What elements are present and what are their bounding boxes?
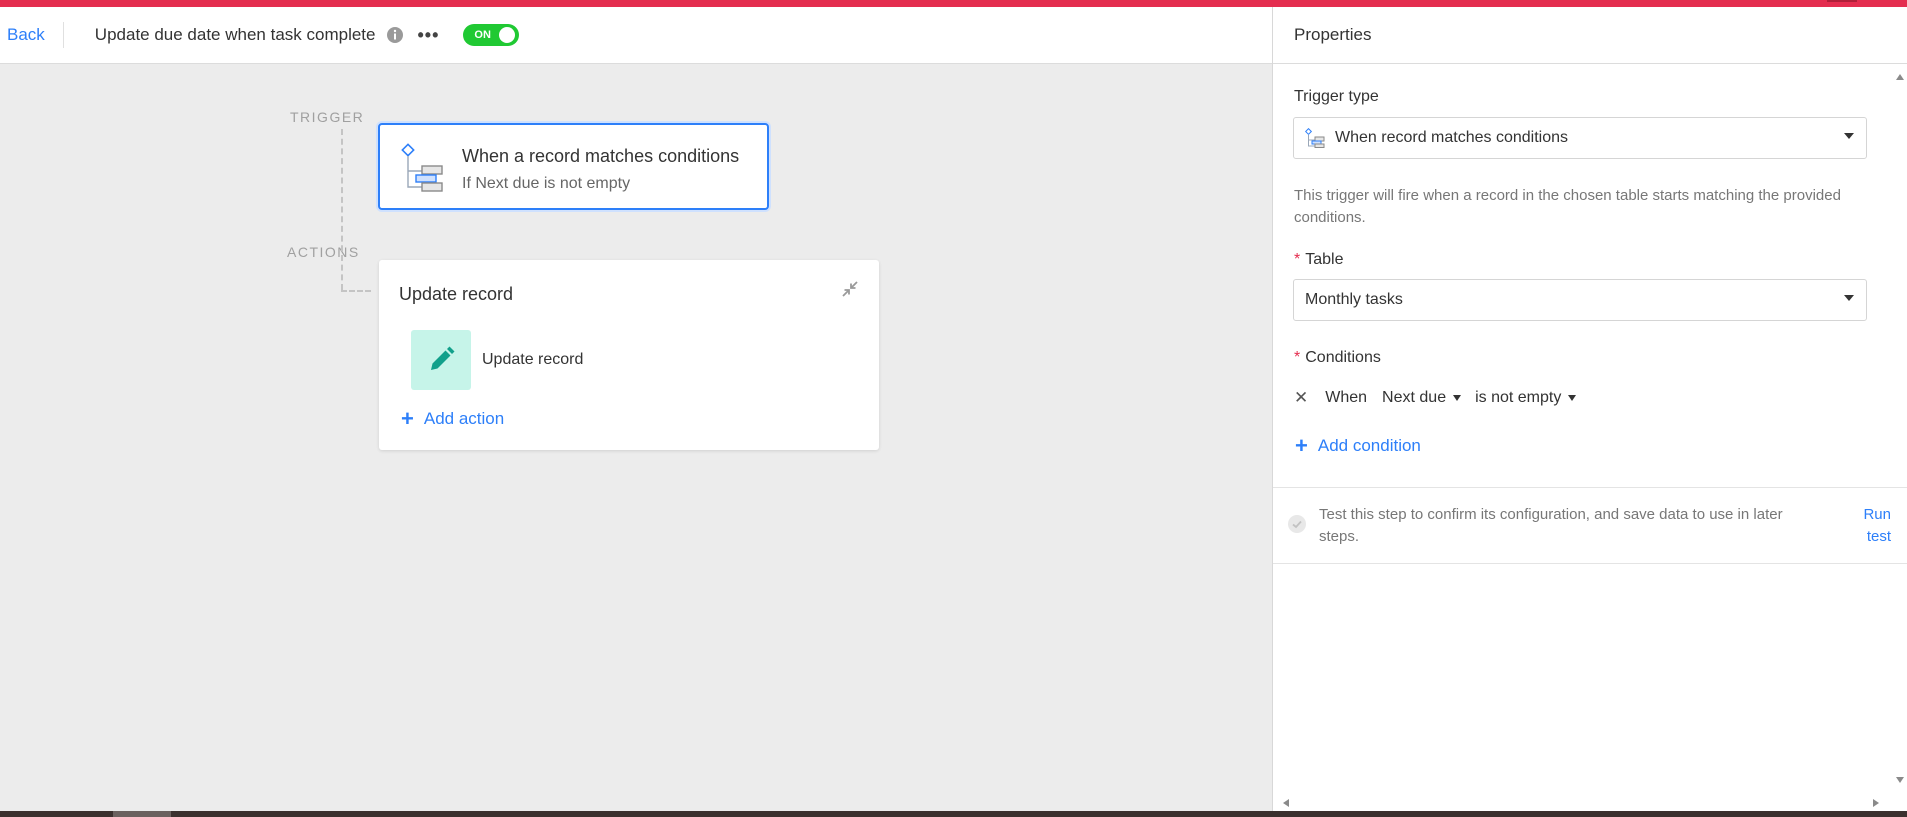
condition-operator: is not empty bbox=[1475, 389, 1562, 406]
bottom-scrollbar[interactable] bbox=[0, 811, 1907, 817]
connector-vertical bbox=[341, 129, 343, 290]
info-icon[interactable] bbox=[386, 26, 404, 44]
actions-section-label: ACTIONS bbox=[287, 244, 360, 260]
properties-panel: Properties Trigger type When record matc… bbox=[1272, 7, 1907, 811]
test-step-text: Test this step to confirm its configurat… bbox=[1319, 506, 1783, 545]
conditions-tree-icon bbox=[401, 143, 443, 193]
caret-down-icon bbox=[1453, 395, 1462, 401]
panel-title: Properties bbox=[1273, 7, 1907, 64]
conditions-label: * Conditions bbox=[1294, 349, 1381, 367]
add-action-button[interactable]: + Add action bbox=[401, 408, 504, 430]
condition-field-select[interactable]: Next due bbox=[1382, 389, 1462, 407]
automation-on-toggle[interactable]: ON bbox=[463, 24, 520, 46]
plus-icon: + bbox=[1295, 433, 1308, 458]
chevron-down-icon bbox=[1844, 133, 1854, 139]
trigger-type-label: Trigger type bbox=[1294, 88, 1379, 105]
check-circle-icon bbox=[1287, 514, 1307, 534]
condition-operator-select[interactable]: is not empty bbox=[1475, 389, 1577, 407]
back-link[interactable]: Back bbox=[7, 25, 45, 45]
connector-horizontal bbox=[341, 290, 371, 292]
automation-title[interactable]: Update due date when task complete bbox=[95, 25, 376, 45]
test-step-row: Test this step to confirm its configurat… bbox=[1273, 487, 1907, 563]
trigger-card-subtitle: If Next due is not empty bbox=[462, 175, 631, 192]
plus-icon: + bbox=[401, 406, 414, 431]
panel-divider bbox=[1273, 563, 1907, 564]
trigger-type-value: When record matches conditions bbox=[1335, 129, 1568, 146]
trigger-description: This trigger will fire when a record in … bbox=[1294, 187, 1841, 226]
condition-row: ✕ When Next due is not empty bbox=[1294, 388, 1590, 408]
conditions-label-text: Conditions bbox=[1305, 349, 1381, 366]
scroll-left-icon[interactable] bbox=[1283, 799, 1289, 807]
trigger-card[interactable]: When a record matches conditions If Next… bbox=[378, 123, 769, 210]
more-icon[interactable]: ••• bbox=[417, 25, 439, 46]
toggle-label: ON bbox=[474, 29, 491, 41]
required-marker: * bbox=[1294, 349, 1301, 366]
horizontal-scrollbar[interactable] bbox=[1273, 793, 1907, 811]
condition-when: When bbox=[1325, 389, 1368, 406]
trigger-section-label: TRIGGER bbox=[290, 109, 365, 125]
close-icon[interactable]: ✕ bbox=[1294, 388, 1308, 408]
table-label-text: Table bbox=[1305, 251, 1344, 268]
automation-header: Back Update due date when task complete … bbox=[0, 7, 1272, 64]
conditions-tree-icon bbox=[1304, 127, 1325, 148]
trigger-card-title: When a record matches conditions bbox=[462, 146, 740, 166]
scroll-up-icon[interactable] bbox=[1896, 74, 1904, 80]
add-condition-button[interactable]: + Add condition bbox=[1295, 435, 1421, 457]
action-item-label: Update record bbox=[482, 351, 584, 368]
pencil-icon bbox=[411, 330, 471, 390]
run-test-button[interactable]: Run test bbox=[1841, 504, 1891, 548]
trigger-type-select[interactable]: When record matches conditions bbox=[1293, 117, 1867, 159]
table-label: * Table bbox=[1294, 251, 1343, 269]
bottom-scrollbar-thumb[interactable] bbox=[113, 811, 171, 817]
top-accent-bar bbox=[0, 0, 1907, 7]
table-select[interactable]: Monthly tasks bbox=[1293, 279, 1867, 321]
required-marker: * bbox=[1294, 251, 1301, 268]
action-card-title: Update record bbox=[399, 284, 514, 304]
header-divider bbox=[62, 22, 64, 48]
add-action-label: Add action bbox=[423, 409, 505, 428]
action-card[interactable]: Update record Update record + Add action bbox=[379, 260, 879, 450]
scroll-down-icon[interactable] bbox=[1896, 777, 1904, 783]
action-item-update-record[interactable]: Update record bbox=[411, 330, 583, 390]
collapse-icon[interactable] bbox=[841, 280, 859, 298]
add-condition-label: Add condition bbox=[1317, 436, 1421, 455]
top-accent-corner bbox=[1827, 0, 1857, 2]
vertical-scrollbar[interactable] bbox=[1893, 64, 1907, 792]
chevron-down-icon bbox=[1844, 295, 1854, 301]
caret-down-icon bbox=[1568, 395, 1577, 401]
table-value: Monthly tasks bbox=[1305, 291, 1403, 308]
scroll-right-icon[interactable] bbox=[1873, 799, 1879, 807]
toggle-knob bbox=[499, 27, 516, 43]
condition-field: Next due bbox=[1382, 389, 1447, 406]
